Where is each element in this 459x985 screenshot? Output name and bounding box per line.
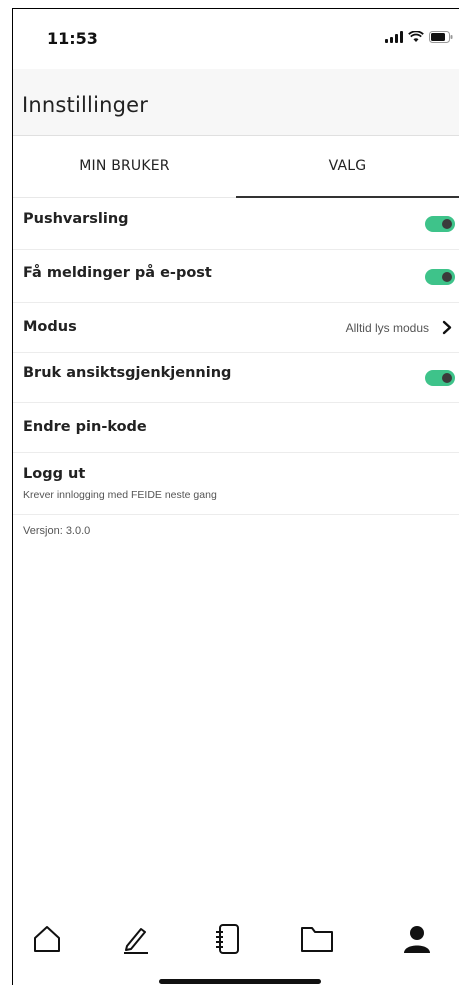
nav-home[interactable]: [27, 919, 67, 959]
setting-push: Pushvarsling: [13, 197, 459, 250]
setting-pin[interactable]: Endre pin-kode: [13, 403, 459, 453]
page-header: Innstillinger: [13, 69, 459, 136]
wifi-icon: [408, 31, 424, 42]
nav-profile[interactable]: [397, 919, 437, 959]
app-screen: 11:53 Innstillinger MIN BRUKER VALG Push…: [12, 8, 459, 985]
status-bar: 11:53: [13, 9, 459, 69]
home-indicator: [159, 979, 321, 984]
toggle-knob: [442, 272, 452, 282]
setting-pin-label: Endre pin-kode: [23, 419, 147, 435]
tab-valg[interactable]: VALG: [236, 135, 459, 198]
nav-notebook[interactable]: [207, 919, 247, 959]
faceid-toggle[interactable]: [425, 370, 455, 386]
bottom-nav: [13, 919, 459, 969]
setting-email-label: Få meldinger på e-post: [23, 265, 212, 281]
tab-bar: MIN BRUKER VALG: [13, 135, 459, 198]
toggle-knob: [442, 219, 452, 229]
version-value: 3.0.0: [65, 525, 91, 537]
folder-icon: [301, 927, 333, 952]
status-time: 11:53: [47, 29, 98, 48]
version-label: Versjon:: [23, 525, 63, 537]
pencil-icon: [124, 928, 148, 954]
notebook-icon: [216, 924, 239, 954]
nav-write[interactable]: [116, 919, 156, 959]
home-icon: [34, 926, 60, 952]
setting-push-label: Pushvarsling: [23, 211, 129, 227]
nav-folder[interactable]: [297, 919, 337, 959]
version-info: Versjon: 3.0.0: [23, 525, 90, 537]
status-icons: [385, 31, 453, 43]
tab-min-bruker[interactable]: MIN BRUKER: [13, 135, 236, 197]
setting-mode-label: Modus: [23, 319, 77, 335]
push-toggle[interactable]: [425, 216, 455, 232]
setting-faceid: Bruk ansiktsgjenkjenning: [13, 353, 459, 403]
setting-faceid-label: Bruk ansiktsgjenkjenning: [23, 365, 232, 381]
setting-logout[interactable]: Logg ut Krever innlogging med FEIDE nest…: [13, 453, 459, 515]
setting-logout-subtitle: Krever innlogging med FEIDE neste gang: [23, 489, 217, 501]
battery-icon: [429, 31, 453, 43]
profile-icon: [404, 926, 430, 953]
chevron-right-icon: [442, 320, 452, 335]
setting-mode-value: Alltid lys modus: [345, 321, 429, 335]
toggle-knob: [442, 373, 452, 383]
signal-icon: [385, 31, 403, 43]
setting-email: Få meldinger på e-post: [13, 250, 459, 303]
setting-logout-label: Logg ut: [23, 466, 86, 482]
setting-mode[interactable]: Modus Alltid lys modus: [13, 303, 459, 353]
page-title: Innstillinger: [22, 93, 149, 117]
email-toggle[interactable]: [425, 269, 455, 285]
